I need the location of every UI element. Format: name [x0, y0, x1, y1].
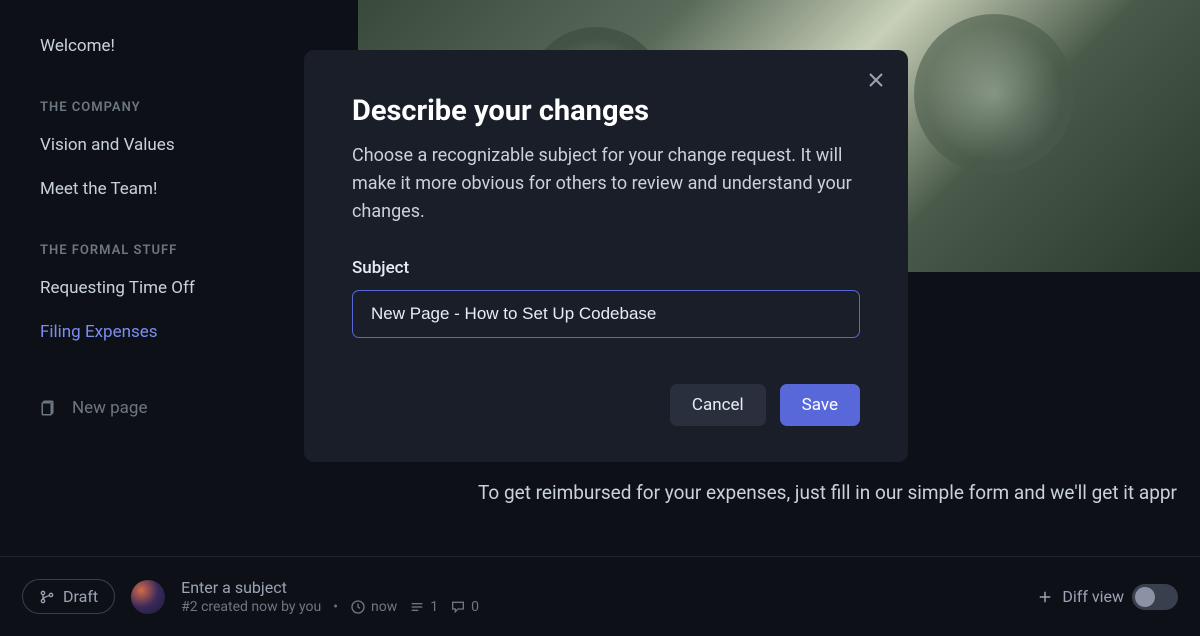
branch-icon	[39, 589, 55, 605]
time-meta: now	[350, 599, 397, 615]
files-icon	[409, 599, 425, 615]
close-icon	[866, 70, 886, 90]
cancel-button[interactable]: Cancel	[670, 384, 766, 426]
diff-view-toggle[interactable]	[1132, 584, 1178, 610]
draft-badge[interactable]: Draft	[22, 579, 115, 614]
clock-icon	[350, 599, 366, 615]
footer: Draft Enter a subject #2 created now by …	[0, 556, 1200, 636]
files-meta: 1	[409, 599, 438, 615]
modal-dialog: Describe your changes Choose a recogniza…	[304, 50, 908, 462]
modal-overlay: Describe your changes Choose a recogniza…	[0, 0, 1200, 556]
created-text: #2 created now by you	[181, 599, 321, 615]
time-label: now	[371, 599, 397, 615]
modal-description: Choose a recognizable subject for your c…	[352, 142, 860, 226]
footer-left: Draft Enter a subject #2 created now by …	[22, 578, 479, 615]
avatar[interactable]	[131, 580, 165, 614]
footer-subject-placeholder[interactable]: Enter a subject	[181, 578, 479, 597]
footer-right: Diff view	[1036, 584, 1178, 610]
draft-label: Draft	[63, 587, 98, 606]
footer-info: Enter a subject #2 created now by you • …	[181, 578, 479, 615]
modal-title: Describe your changes	[352, 94, 860, 128]
diff-view-control: Diff view	[1036, 584, 1178, 610]
comment-icon	[450, 599, 466, 615]
modal-buttons: Cancel Save	[352, 384, 860, 426]
comments-meta: 0	[450, 599, 479, 615]
subject-input[interactable]	[352, 290, 860, 338]
save-button[interactable]: Save	[780, 384, 860, 426]
subject-label: Subject	[352, 258, 860, 278]
diff-view-label: Diff view	[1062, 587, 1124, 606]
plus-icon	[1036, 588, 1054, 606]
separator-dot: •	[333, 599, 338, 615]
footer-meta: #2 created now by you • now 1	[181, 599, 479, 615]
comments-count: 0	[471, 599, 479, 615]
close-button[interactable]	[866, 70, 886, 90]
files-count: 1	[430, 599, 438, 615]
